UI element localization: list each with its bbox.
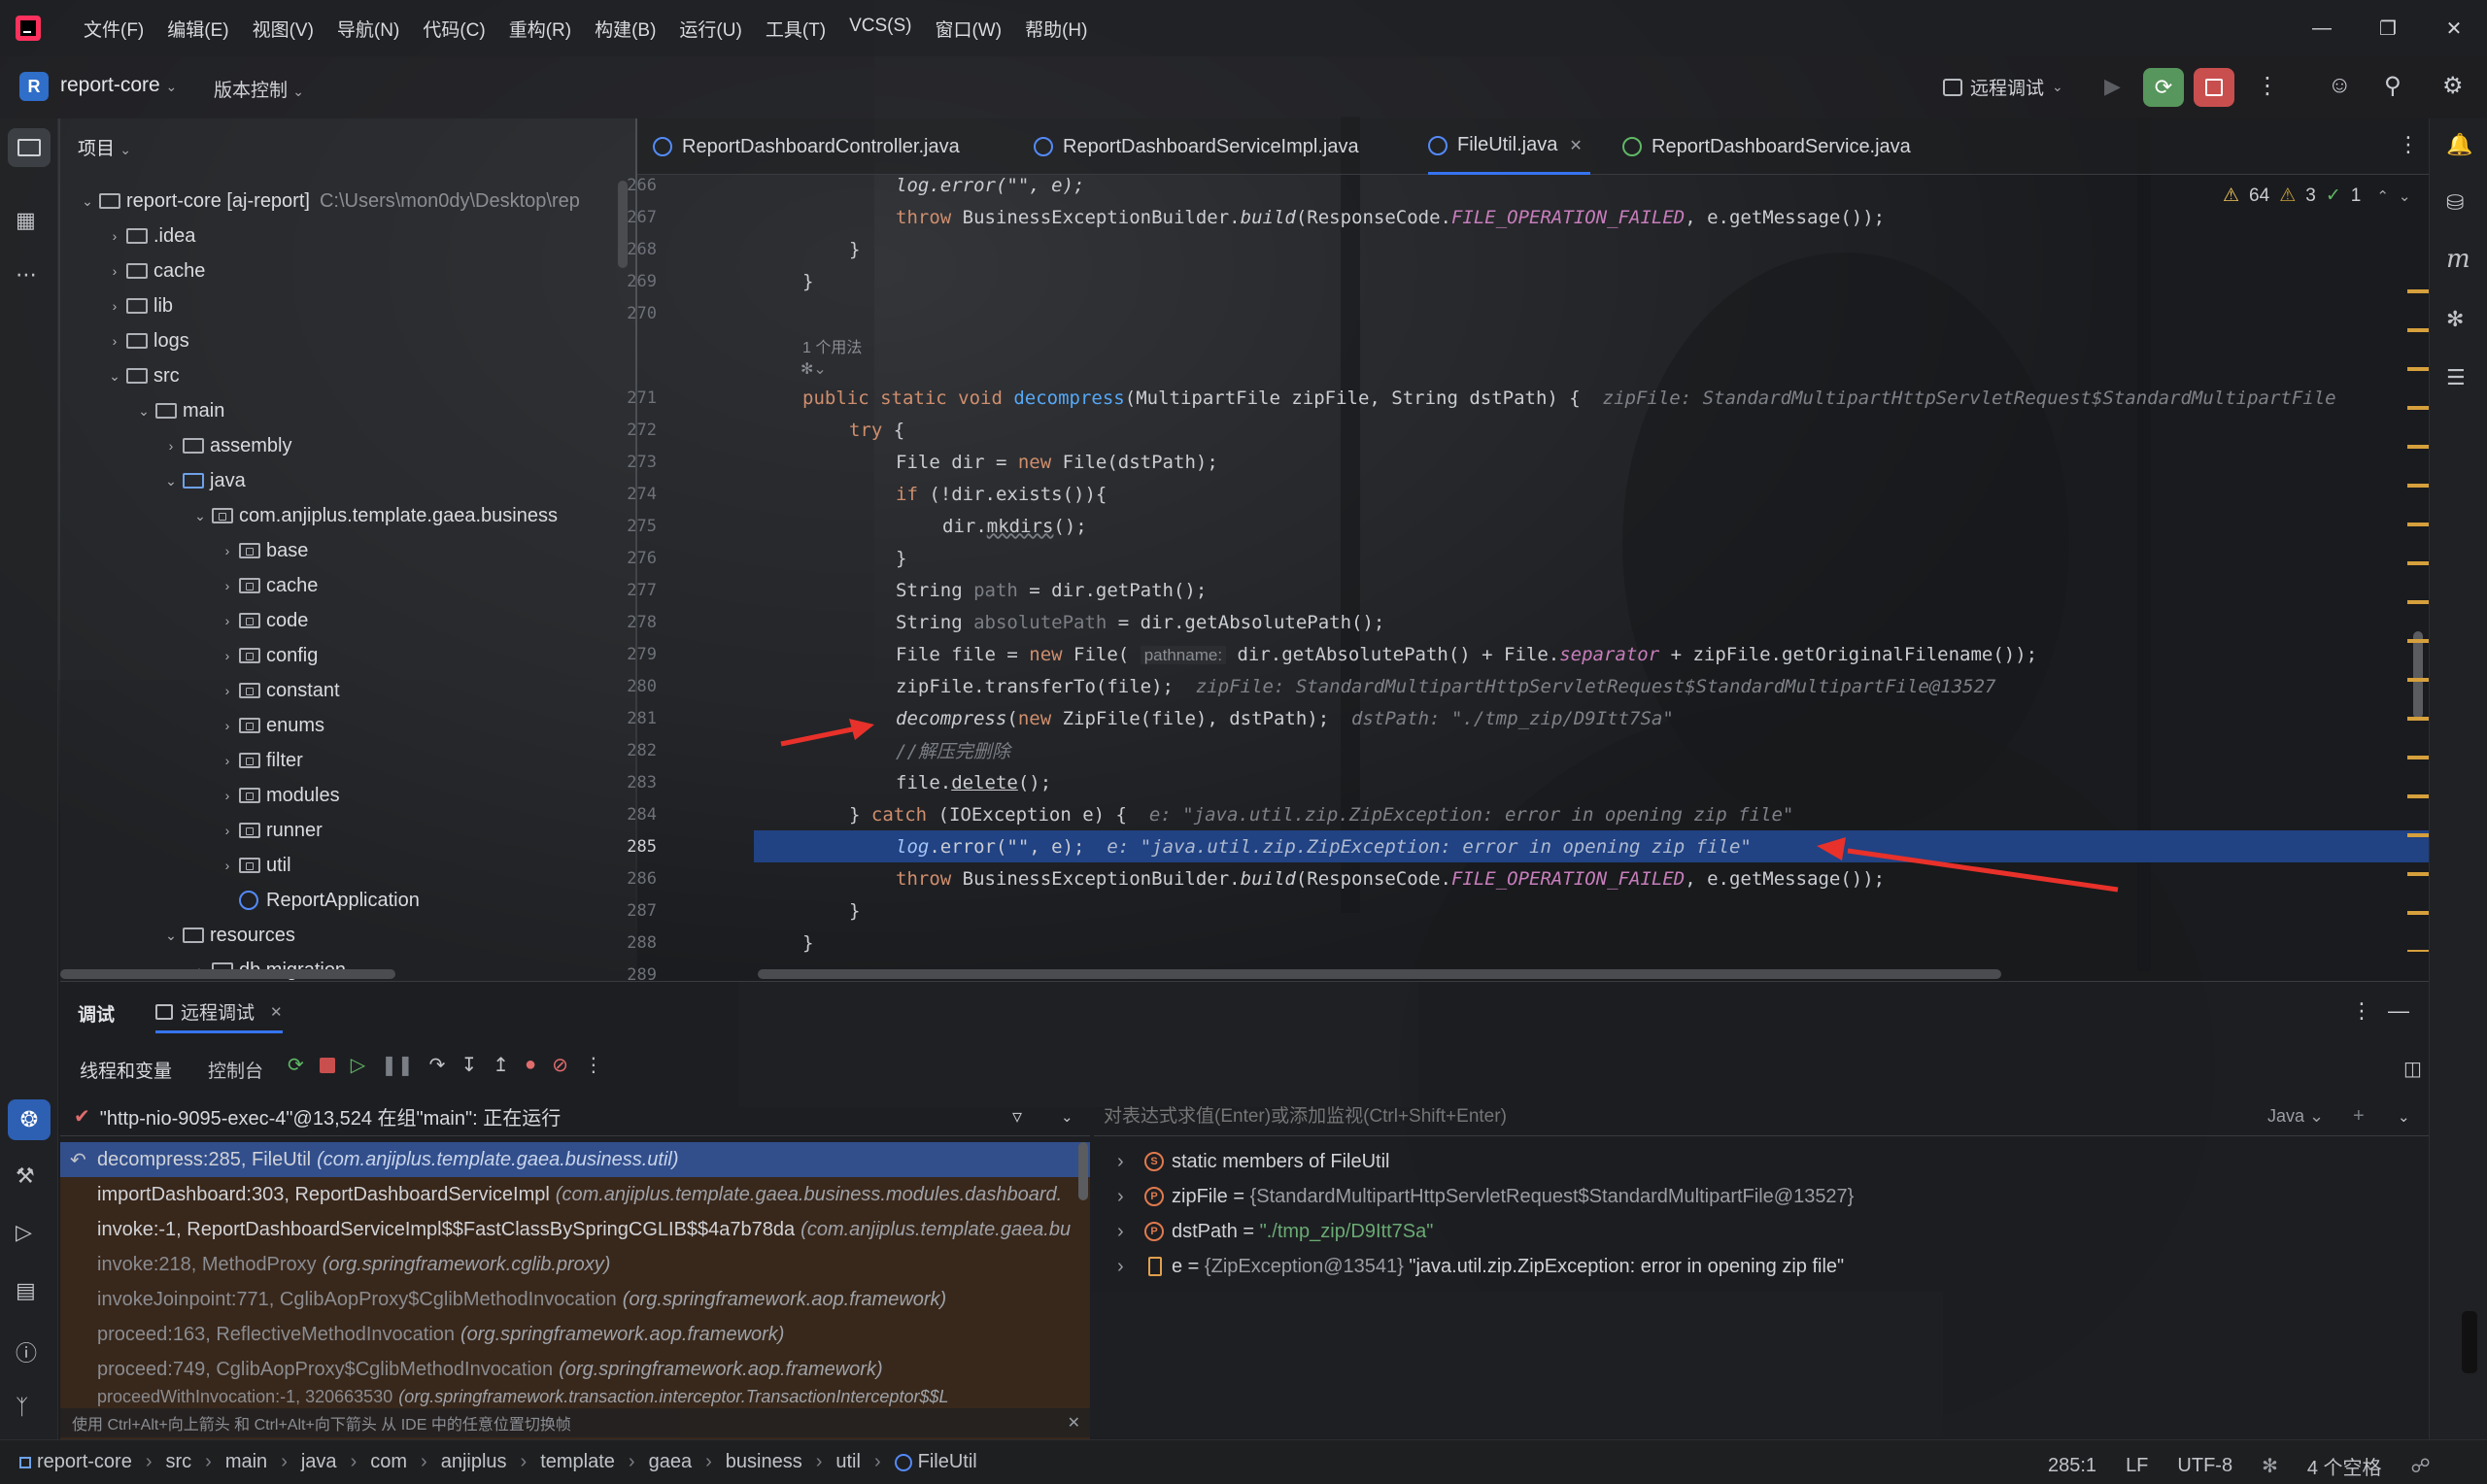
editor-hscrollbar[interactable] [758, 969, 2001, 979]
add-watch-icon[interactable]: + [2353, 1105, 2365, 1128]
tab-remote-debug-session[interactable]: 远程调试 ✕ [155, 995, 283, 1033]
frame-item[interactable]: proceed:749, CglibAopProxy$CglibMethodIn… [60, 1352, 1090, 1387]
subtab-console[interactable]: 控制台 [208, 1057, 263, 1083]
filter-icon[interactable]: ▿ [1012, 1104, 1022, 1129]
step-out-icon[interactable]: ↥ [493, 1053, 509, 1077]
debug-more-icon[interactable]: ⋮ [2351, 998, 2372, 1024]
terminal-tool-icon[interactable]: ▤ [16, 1278, 36, 1303]
caret-position[interactable]: 285:1 [2048, 1455, 2096, 1477]
frame-item[interactable]: invoke:218, MethodProxy (org.springframew… [60, 1247, 1090, 1282]
breadcrumb: report-core › src › main › java › com › anjip… [19, 1451, 977, 1473]
status-bar: report-core › src › main › java › com › anjip… [0, 1439, 2487, 1484]
close-icon[interactable]: ✕ [2421, 0, 2487, 56]
module-icon [19, 1456, 31, 1468]
rerun-icon[interactable]: ⟳ [288, 1053, 304, 1077]
red-arrow-icon [1817, 837, 2119, 893]
settings-icon[interactable]: ⚙ [2442, 72, 2464, 100]
breadcrumb-item[interactable]: com [370, 1451, 407, 1473]
subtab-threads-variables[interactable]: 线程和变量 [80, 1057, 172, 1083]
variable-zipfile[interactable]: › PzipFile = {StandardMultipartHttpServle… [1117, 1179, 1854, 1214]
frames-scrollbar[interactable] [1078, 1142, 1088, 1200]
mute-breakpoints-icon[interactable]: ⊘ [552, 1053, 568, 1077]
tab-debug[interactable]: 调试 [78, 1000, 115, 1027]
annotation-arrows [780, 719, 2119, 893]
thread-selector[interactable]: ✔ "http-nio-9095-exec-4"@13,524 在组"main"… [60, 1097, 1090, 1136]
layout-icon[interactable]: ◫ [2403, 1057, 2422, 1081]
debug-toolbar-more-icon[interactable]: ⋮ [584, 1053, 603, 1077]
build-tool-icon[interactable]: ⚒ [16, 1164, 35, 1189]
notifications-icon[interactable]: 🔔 [2446, 132, 2472, 157]
parameter-icon: P [1144, 1187, 1164, 1206]
frame-item[interactable]: ↶ decompress:285, FileUtil (com.anjiplus.t… [60, 1142, 1090, 1177]
debug-tool-icon[interactable]: ❂ [8, 1099, 51, 1140]
variable-dstpath[interactable]: › PdstPath = "./tmp_zip/D9Itt7Sa" [1117, 1214, 1433, 1249]
local-variable-icon [1148, 1257, 1162, 1276]
indent-setting[interactable]: 4 个空格 [2307, 1452, 2382, 1480]
debug-actions: ⟳ ▷ ❚❚ ↷ ↧ ↥ ● ⊘ ⋮ [288, 1053, 603, 1077]
frame-item[interactable]: invokeJoinpoint:771, CglibAopProxy$Cglib… [60, 1282, 1090, 1317]
variable-e[interactable]: › e = {ZipException@13541} "java.util.zip… [1117, 1249, 1844, 1284]
frame-item[interactable]: proceedWithInvocation:-1, 320663530 (org.… [60, 1387, 1090, 1408]
breadcrumb-item[interactable]: FileUtil [918, 1451, 977, 1473]
frame-item[interactable]: importDashboard:303, ReportDashboardServ… [60, 1177, 1090, 1212]
step-into-icon[interactable]: ↧ [460, 1053, 477, 1077]
status-widgets: 285:1 LF UTF-8 ✻ 4 个空格 ☍ [2048, 1452, 2431, 1480]
read-only-lock-icon[interactable]: ☍ [2411, 1454, 2431, 1478]
file-encoding[interactable]: UTF-8 [2177, 1455, 2232, 1477]
scroll-handle[interactable] [2462, 1311, 2477, 1373]
close-session-icon[interactable]: ✕ [270, 1003, 283, 1021]
session-icon [155, 1003, 173, 1020]
git-tool-icon[interactable]: ᛉ [16, 1395, 28, 1420]
frames-hint: 使用 Ctrl+Alt+向上箭头 和 Ctrl+Alt+向下箭头 从 IDE 中… [60, 1408, 1090, 1437]
breadcrumb-item[interactable]: java [301, 1451, 337, 1473]
frame-item[interactable]: invoke:-1, ReportDashboardServiceImpl$$F… [60, 1212, 1090, 1247]
view-breakpoints-icon[interactable]: ● [525, 1054, 536, 1076]
evaluate-expression-bar: Java ⌄ + ⌄ [1094, 1097, 2429, 1136]
breadcrumb-item[interactable]: util [835, 1451, 861, 1473]
variable-static-members[interactable]: › Sstatic members of FileUtil [1117, 1144, 1390, 1179]
class-icon [894, 1453, 912, 1471]
resume-icon[interactable]: ▷ [351, 1053, 365, 1077]
frame-return-icon: ↶ [70, 1149, 86, 1171]
line-separator[interactable]: LF [2126, 1455, 2148, 1477]
red-arrow-icon [780, 719, 874, 747]
language-selector[interactable]: Java ⌄ [2267, 1106, 2324, 1127]
chevron-down-icon[interactable]: ⌄ [1061, 1108, 1073, 1126]
maven-icon[interactable]: m [2446, 245, 2470, 274]
services-tool-icon[interactable]: ▷ [16, 1220, 32, 1245]
evaluate-expression-input[interactable] [1104, 1105, 2231, 1128]
close-hint-icon[interactable]: ✕ [1068, 1413, 1080, 1433]
stop-icon[interactable] [319, 1057, 335, 1073]
breadcrumb-item[interactable]: anjiplus [441, 1451, 507, 1473]
thread-running-check-icon: ✔ [74, 1106, 90, 1128]
step-over-icon[interactable]: ↷ [429, 1053, 446, 1077]
ai-assistant-icon[interactable]: ✻ [2446, 307, 2464, 332]
hierarchy-icon[interactable]: ☰ [2446, 365, 2466, 390]
chevron-down-icon[interactable]: ⌄ [2398, 1108, 2410, 1126]
breadcrumb-item[interactable]: src [165, 1451, 191, 1473]
breadcrumb-item[interactable]: main [225, 1451, 267, 1473]
frame-item[interactable]: proceed:163, ReflectiveMethodInvocation(… [60, 1317, 1090, 1352]
hide-panel-icon[interactable]: — [2388, 998, 2409, 1024]
breadcrumb-item[interactable]: report-core [37, 1451, 132, 1473]
error-stripe-markers[interactable] [2407, 272, 2429, 952]
ai-status-icon[interactable]: ✻ [2262, 1454, 2278, 1478]
database-icon[interactable]: ⛁ [2446, 190, 2464, 216]
static-icon: S [1144, 1152, 1164, 1171]
thread-label: "http-nio-9095-exec-4"@13,524 在组"main": … [99, 1108, 562, 1130]
problems-tool-icon[interactable]: ⓘ [16, 1336, 37, 1367]
parameter-icon: P [1144, 1222, 1164, 1241]
pause-icon[interactable]: ❚❚ [381, 1053, 414, 1077]
breadcrumb-item[interactable]: template [540, 1451, 615, 1473]
breadcrumb-item[interactable]: gaea [649, 1451, 693, 1473]
breadcrumb-item[interactable]: business [726, 1451, 802, 1473]
